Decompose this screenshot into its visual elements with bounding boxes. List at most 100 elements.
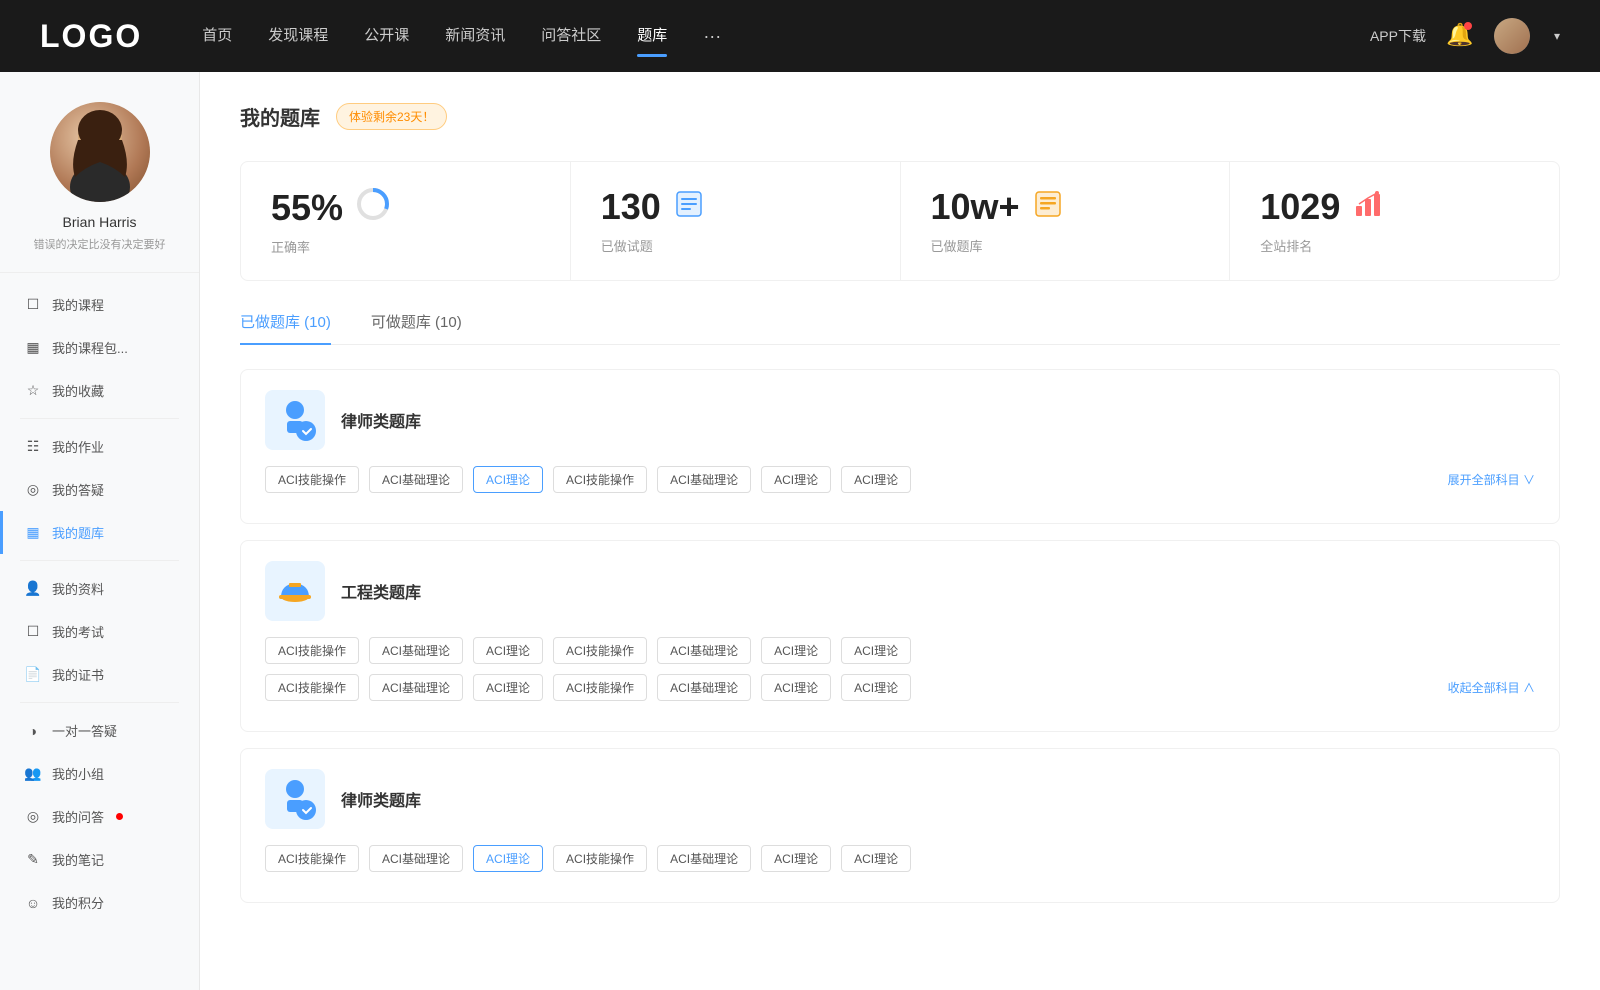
tag-eng-r1-6[interactable]: ACI理论 [841, 637, 911, 664]
tag-lawyer-1-0[interactable]: ACI技能操作 [265, 466, 359, 493]
tags-row-engineer-1: ACI技能操作 ACI基础理论 ACI理论 ACI技能操作 ACI基础理论 AC… [265, 637, 1535, 664]
qbank-lawyer-icon-wrap [265, 390, 325, 450]
logo[interactable]: LOGO [40, 18, 142, 55]
tag-eng-r1-4[interactable]: ACI基础理论 [657, 637, 751, 664]
tag-eng-r1-1[interactable]: ACI基础理论 [369, 637, 463, 664]
tag-lawyer-2-3[interactable]: ACI技能操作 [553, 845, 647, 872]
stat-rank-icon [1352, 188, 1384, 227]
sidebar-item-homework[interactable]: ☷ 我的作业 [0, 425, 199, 468]
nav-qbank[interactable]: 题库 [637, 24, 667, 49]
stat-done-questions-value: 130 [601, 186, 661, 228]
exam-icon: ☐ [24, 623, 42, 640]
tag-lawyer-1-5[interactable]: ACI理论 [761, 466, 831, 493]
notification-bell[interactable]: 🔔 [1446, 22, 1474, 50]
course-package-icon: ▦ [24, 339, 42, 356]
tab-done-banks[interactable]: 已做题库 (10) [240, 311, 331, 344]
qbank-header-lawyer-1: 律师类题库 [265, 390, 1535, 450]
sidebar-label-homework: 我的作业 [52, 437, 104, 456]
group-icon: 👥 [24, 765, 42, 782]
nav-right: APP下载 🔔 ▾ [1370, 18, 1560, 54]
tag-eng-r1-2[interactable]: ACI理论 [473, 637, 543, 664]
list-icon [673, 188, 705, 220]
sidebar-item-qa-mine[interactable]: ◎ 我的答疑 [0, 468, 199, 511]
tab-available-banks[interactable]: 可做题库 (10) [371, 311, 462, 344]
qbank-title-engineer: 工程类题库 [341, 579, 421, 603]
nav-opencourse[interactable]: 公开课 [364, 24, 409, 49]
donut-chart-icon [355, 186, 391, 222]
tags-row-lawyer-2: ACI技能操作 ACI基础理论 ACI理论 ACI技能操作 ACI基础理论 AC… [265, 845, 1535, 872]
qbank-title-lawyer-1: 律师类题库 [341, 408, 421, 432]
tag-eng-r2-1[interactable]: ACI基础理论 [369, 674, 463, 701]
avatar-inner [50, 102, 150, 202]
course-icon: ☐ [24, 296, 42, 313]
sidebar-menu: ☐ 我的课程 ▦ 我的课程包... ☆ 我的收藏 ☷ 我的作业 ◎ 我的答疑 ▦ [0, 283, 199, 924]
collapse-link-engineer[interactable]: 收起全部科目 ∧ [1448, 681, 1535, 695]
stat-done-questions-icon [673, 188, 705, 227]
tag-lawyer-2-0[interactable]: ACI技能操作 [265, 845, 359, 872]
tag-lawyer-2-1[interactable]: ACI基础理论 [369, 845, 463, 872]
sidebar-label-exam: 我的考试 [52, 622, 104, 641]
qbank-card-lawyer-2: 律师类题库 ACI技能操作 ACI基础理论 ACI理论 ACI技能操作 ACI基… [240, 748, 1560, 903]
nav-qa[interactable]: 问答社区 [541, 24, 601, 49]
sidebar-label-course-package: 我的课程包... [52, 338, 128, 357]
qbank-title-lawyer-2: 律师类题库 [341, 787, 421, 811]
tag-eng-r2-5[interactable]: ACI理论 [761, 674, 831, 701]
tag-lawyer-1-1[interactable]: ACI基础理论 [369, 466, 463, 493]
nav-discover[interactable]: 发现课程 [268, 24, 328, 49]
tag-eng-r2-6[interactable]: ACI理论 [841, 674, 911, 701]
sidebar-item-course-package[interactable]: ▦ 我的课程包... [0, 326, 199, 369]
stat-accuracy-icon [355, 186, 391, 229]
tag-eng-r2-3[interactable]: ACI技能操作 [553, 674, 647, 701]
sidebar-item-group[interactable]: 👥 我的小组 [0, 752, 199, 795]
nav-home[interactable]: 首页 [202, 24, 232, 49]
sidebar-item-favorites[interactable]: ☆ 我的收藏 [0, 369, 199, 412]
tag-lawyer-2-5[interactable]: ACI理论 [761, 845, 831, 872]
nav-news[interactable]: 新闻资讯 [445, 24, 505, 49]
tag-eng-r2-2[interactable]: ACI理论 [473, 674, 543, 701]
tag-lawyer-2-6[interactable]: ACI理论 [841, 845, 911, 872]
sidebar-item-profile[interactable]: 👤 我的资料 [0, 567, 199, 610]
sidebar-item-exam[interactable]: ☐ 我的考试 [0, 610, 199, 653]
qa-mine-icon: ◎ [24, 481, 42, 498]
sidebar-item-my-qa[interactable]: ◎ 我的问答 [0, 795, 199, 838]
sidebar-profile: Brian Harris 错误的决定比没有决定要好 [0, 102, 199, 273]
tag-eng-r1-0[interactable]: ACI技能操作 [265, 637, 359, 664]
expand-link-lawyer-1[interactable]: 展开全部科目 ∨ [1448, 473, 1535, 487]
sidebar-item-course[interactable]: ☐ 我的课程 [0, 283, 199, 326]
tag-eng-r2-0[interactable]: ACI技能操作 [265, 674, 359, 701]
stat-rank-top: 1029 [1260, 186, 1529, 228]
tag-lawyer-1-2[interactable]: ACI理论 [473, 466, 543, 493]
sidebar-item-1on1[interactable]: ◑ 一对一答疑 [0, 709, 199, 752]
tag-lawyer-1-6[interactable]: ACI理论 [841, 466, 911, 493]
stat-rank: 1029 全站排名 [1230, 162, 1559, 280]
tags-row-lawyer-1: ACI技能操作 ACI基础理论 ACI理论 ACI技能操作 ACI基础理论 AC… [265, 466, 1535, 493]
user-avatar[interactable] [1494, 18, 1530, 54]
sidebar-avatar [50, 102, 150, 202]
sidebar-label-course: 我的课程 [52, 295, 104, 314]
tag-lawyer-2-2[interactable]: ACI理论 [473, 845, 543, 872]
sidebar-item-points[interactable]: ☺ 我的积分 [0, 881, 199, 924]
sidebar-item-qbank[interactable]: ▦ 我的题库 [0, 511, 199, 554]
tag-eng-r1-5[interactable]: ACI理论 [761, 637, 831, 664]
sidebar: Brian Harris 错误的决定比没有决定要好 ☐ 我的课程 ▦ 我的课程包… [0, 72, 200, 990]
stat-accuracy: 55% 正确率 [241, 162, 571, 280]
notification-dot [1464, 22, 1472, 30]
sidebar-label-1on1: 一对一答疑 [52, 721, 117, 740]
qbank-header-engineer: 工程类题库 [265, 561, 1535, 621]
stat-accuracy-label: 正确率 [271, 237, 540, 256]
tag-lawyer-1-3[interactable]: ACI技能操作 [553, 466, 647, 493]
sidebar-item-cert[interactable]: 📄 我的证书 [0, 653, 199, 696]
app-download-link[interactable]: APP下载 [1370, 26, 1426, 46]
tag-lawyer-2-4[interactable]: ACI基础理论 [657, 845, 751, 872]
lawyer-icon [271, 396, 319, 444]
sidebar-label-favorites: 我的收藏 [52, 381, 104, 400]
tag-eng-r1-3[interactable]: ACI技能操作 [553, 637, 647, 664]
nav-more[interactable]: ··· [703, 26, 721, 47]
stat-done-banks-icon [1032, 188, 1064, 227]
tag-lawyer-1-4[interactable]: ACI基础理论 [657, 466, 751, 493]
points-icon: ☺ [24, 895, 42, 911]
sidebar-item-notes[interactable]: ✎ 我的笔记 [0, 838, 199, 881]
profile-icon: 👤 [24, 580, 42, 597]
avatar-dropdown-arrow[interactable]: ▾ [1554, 29, 1560, 43]
tag-eng-r2-4[interactable]: ACI基础理论 [657, 674, 751, 701]
